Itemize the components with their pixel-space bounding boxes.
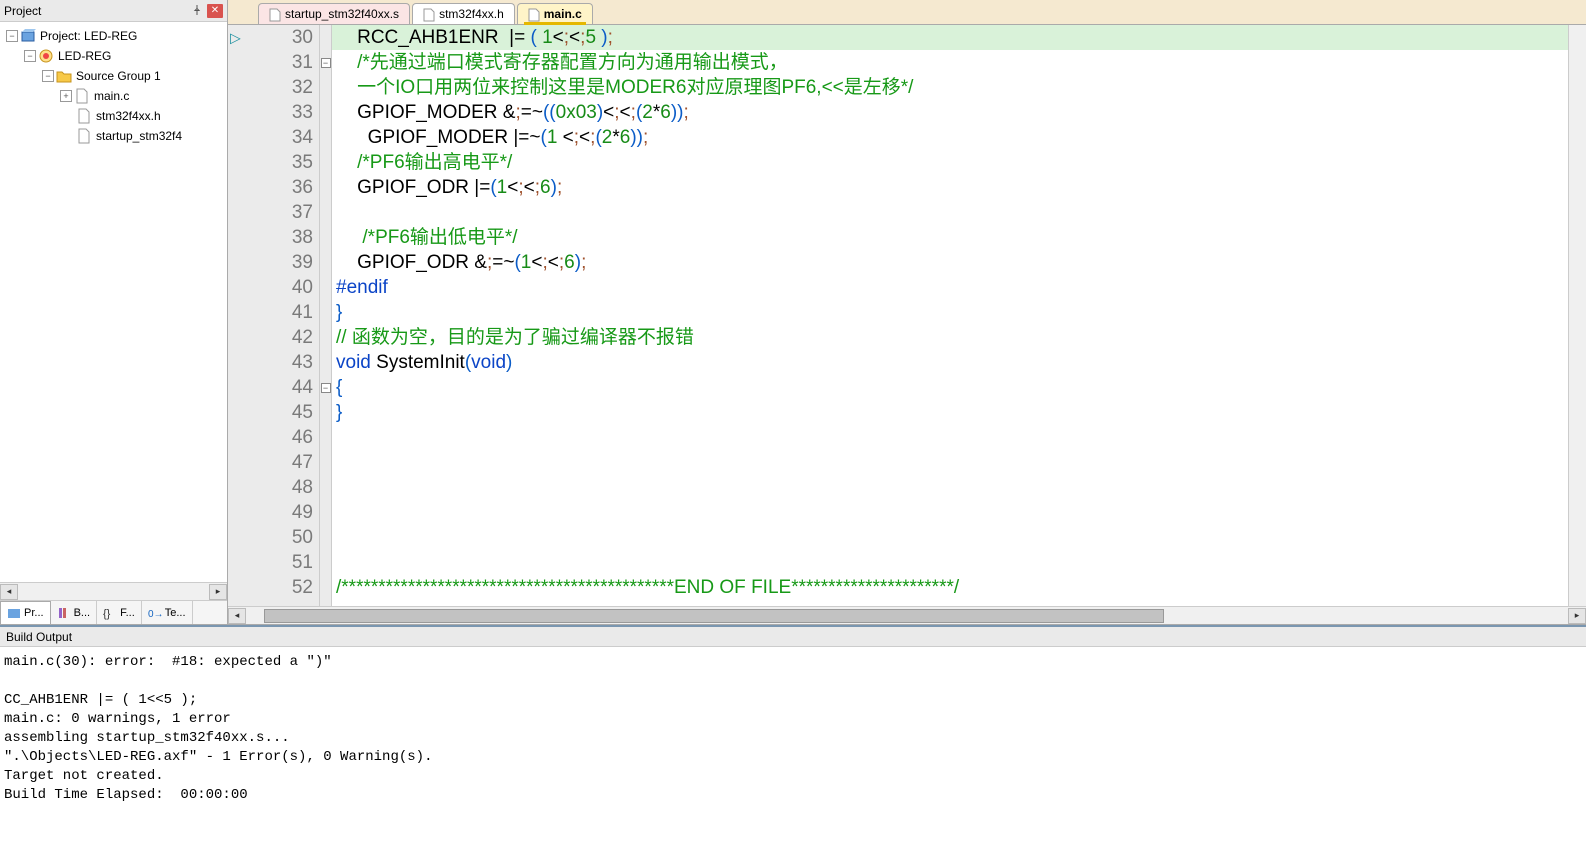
editor-tab-header[interactable]: stm32f4xx.h [412,3,515,24]
tree-file[interactable]: + main.c [0,86,227,106]
file-icon [528,8,540,20]
scroll-right-icon[interactable]: ▸ [1568,608,1586,624]
code-line[interactable]: GPIOF_ODR |=(1<;<;6); [332,175,1568,200]
code-line[interactable]: } [332,400,1568,425]
fold-icon[interactable]: − [321,58,331,68]
code-editor[interactable]: 30▷3132333435363738394041424344454647484… [228,24,1586,606]
template-tab-icon: 0→ [148,606,162,620]
scroll-right-icon[interactable]: ▸ [209,584,227,600]
project-bottom-tabs: Pr... B... {} F... 0→ Te... [0,600,227,624]
project-panel: Project ✕ − Project: LED-REG − LED [0,0,228,624]
tab-label: Te... [165,607,186,619]
code-line[interactable] [332,525,1568,550]
tab-label: F... [120,607,135,619]
file-icon [76,108,92,124]
code-line[interactable]: GPIOF_ODR &;=~(1<;<;6); [332,250,1568,275]
editor-area: startup_stm32f40xx.s stm32f4xx.h main.c … [228,0,1586,624]
tree-label: Source Group 1 [76,69,161,83]
code-line[interactable] [332,425,1568,450]
code-line[interactable]: GPIOF_MODER |=~(1 <;<;(2*6)); [332,125,1568,150]
file-icon [269,8,281,20]
editor-h-scrollbar[interactable]: ◂ ▸ [228,606,1586,624]
tree-label: stm32f4xx.h [96,109,161,123]
code-line[interactable]: /*PF6输出低电平*/ [332,225,1568,250]
code-line[interactable]: /*先通过端口模式寄存器配置方向为通用输出模式， [332,50,1568,75]
editor-tab-main[interactable]: main.c [517,3,593,24]
code-line[interactable] [332,550,1568,575]
code-content[interactable]: RCC_AHB1ENR |= ( 1<;<;5 ); /*先通过端口模式寄存器配… [332,25,1568,606]
scroll-left-icon[interactable]: ◂ [228,608,246,624]
project-h-scrollbar[interactable]: ◂ ▸ [0,582,227,600]
expand-icon[interactable]: − [42,70,54,82]
close-panel-icon[interactable]: ✕ [207,4,223,18]
project-panel-header: Project ✕ [0,0,227,22]
func-tab-icon: {} [103,606,117,620]
scroll-left-icon[interactable]: ◂ [0,584,18,600]
tree-label: main.c [94,89,129,103]
folder-icon [56,68,72,84]
tab-label: B... [74,607,91,619]
scroll-thumb[interactable] [264,609,1164,623]
tab-templates[interactable]: 0→ Te... [142,601,193,624]
code-line[interactable] [332,475,1568,500]
books-tab-icon [57,606,71,620]
tab-project[interactable]: Pr... [0,601,51,624]
build-output-title: Build Output [0,627,1586,647]
tree-group[interactable]: − Source Group 1 [0,66,227,86]
build-output-text[interactable]: main.c(30): error: #18: expected a ")" C… [0,647,1586,811]
tab-label: startup_stm32f40xx.s [285,7,399,21]
code-line[interactable]: { [332,375,1568,400]
code-line[interactable]: #endif [332,275,1568,300]
svg-text:0→: 0→ [148,609,162,620]
code-line[interactable]: RCC_AHB1ENR |= ( 1<;<;5 ); [332,25,1568,50]
code-line[interactable]: /***************************************… [332,575,1568,600]
tab-books[interactable]: B... [51,601,98,624]
editor-tabs: startup_stm32f40xx.s stm32f4xx.h main.c [228,0,1586,24]
code-line[interactable] [332,500,1568,525]
tree-root[interactable]: − Project: LED-REG [0,26,227,46]
line-number-gutter: 30▷3132333435363738394041424344454647484… [228,25,320,606]
tree-file[interactable]: stm32f4xx.h [0,106,227,126]
code-line[interactable]: /*PF6输出高电平*/ [332,150,1568,175]
code-line[interactable]: void SystemInit(void) [332,350,1568,375]
tab-functions[interactable]: {} F... [97,601,142,624]
editor-v-scrollbar[interactable] [1568,25,1586,606]
tree-file[interactable]: startup_stm32f4 [0,126,227,146]
code-line[interactable]: 一个IO口用两位来控制这里是MODER6对应原理图PF6,<<是左移*/ [332,75,1568,100]
project-tab-icon [7,606,21,620]
svg-text:{}: {} [103,608,111,620]
pin-icon[interactable] [191,4,205,18]
tree-label: Project: LED-REG [40,29,137,43]
expand-icon[interactable]: + [60,90,72,102]
tree-target[interactable]: − LED-REG [0,46,227,66]
tab-label: Pr... [24,607,44,619]
code-line[interactable]: GPIOF_MODER &;=~((0x03)<;<;(2*6)); [332,100,1568,125]
breakpoint-icon[interactable]: ▷ [230,25,241,50]
code-line[interactable] [332,200,1568,225]
project-tree[interactable]: − Project: LED-REG − LED-REG − Source Gr… [0,22,227,582]
file-icon [423,8,435,20]
project-icon [20,28,36,44]
code-line[interactable]: } [332,300,1568,325]
fold-icon[interactable]: − [321,383,331,393]
file-icon [76,128,92,144]
build-output-panel: Build Output main.c(30): error: #18: exp… [0,625,1586,811]
editor-tab-startup[interactable]: startup_stm32f40xx.s [258,3,410,24]
tab-label: main.c [544,7,582,21]
tree-label: LED-REG [58,49,111,63]
file-icon [74,88,90,104]
code-line[interactable]: // 函数为空，目的是为了骗过编译器不报错 [332,325,1568,350]
tree-label: startup_stm32f4 [96,129,182,143]
tab-label: stm32f4xx.h [439,7,504,21]
expand-icon[interactable]: − [24,50,36,62]
code-line[interactable] [332,450,1568,475]
expand-icon[interactable]: − [6,30,18,42]
fold-column[interactable]: −− [320,25,332,606]
target-icon [38,48,54,64]
project-panel-title: Project [4,4,41,18]
